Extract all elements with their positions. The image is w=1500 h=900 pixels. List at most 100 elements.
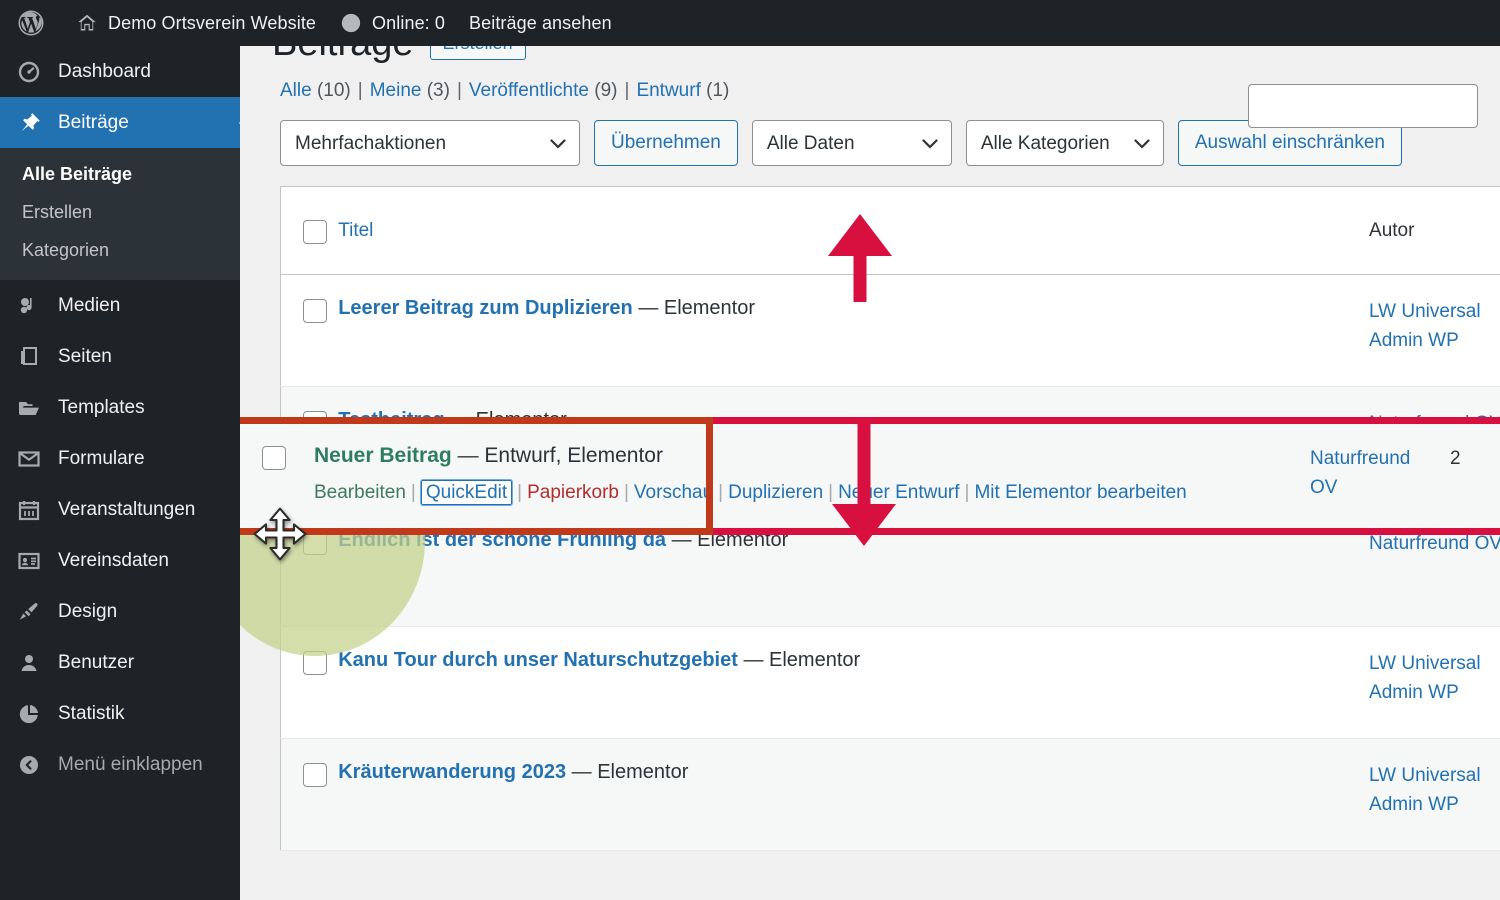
collapse-menu-button[interactable]: Menü einklappen <box>0 739 240 790</box>
dragged-row-author: Naturfreund OV <box>1310 444 1440 502</box>
row-action-quickedit[interactable]: QuickEdit <box>420 480 513 505</box>
row-action-separator: | <box>623 482 629 503</box>
submenu-item-kategorien[interactable]: Kategorien <box>0 231 240 269</box>
sidebar-item-statistik[interactable]: Statistik <box>0 688 240 739</box>
sidebar-item-templates[interactable]: Templates <box>0 382 240 433</box>
pages-icon <box>14 344 44 370</box>
post-state: — Elementor <box>743 649 861 671</box>
row-select-cell <box>281 739 339 851</box>
table-row: Leerer Beitrag zum Duplizieren — Element… <box>280 275 1500 387</box>
row-title-cell: Kräuterwanderung 2023 — Elementor <box>338 739 1369 851</box>
sidebar-item-label: Beiträge <box>58 111 129 133</box>
sidebar-item-medien[interactable]: Medien <box>0 280 240 331</box>
sidebar-item-veranstaltungen[interactable]: Veranstaltungen <box>0 484 240 535</box>
sidebar-item-label: Templates <box>58 396 145 418</box>
sidebar-item-seiten[interactable]: Seiten <box>0 331 240 382</box>
post-author-link[interactable]: Naturfreund OV <box>1369 533 1500 554</box>
filter-count-alle: (10) <box>316 80 351 101</box>
filter-link-veroeffentlichte[interactable]: Veröffentlichte <box>469 80 589 101</box>
admin-bar: Demo Ortsverein Website Online: 0 Beiträ… <box>0 0 1500 46</box>
row-action-duplizieren[interactable]: Duplizieren <box>728 482 823 503</box>
post-state: — Elementor <box>638 297 756 319</box>
post-author-link[interactable]: LW Universal Admin WP <box>1369 653 1481 703</box>
media-icon <box>14 293 44 319</box>
submenu-item-alle-beitraege[interactable]: Alle Beiträge <box>0 155 240 193</box>
envelope-icon <box>14 446 44 472</box>
category-filter-select-wrap: Alle Kategorien <box>965 120 1164 166</box>
row-action-papierkorb[interactable]: Papierkorb <box>527 482 619 503</box>
row-checkbox[interactable] <box>303 651 327 675</box>
post-title-link[interactable]: Kanu Tour durch unser Naturschutzgebiet <box>338 649 738 671</box>
online-label: Online: 0 <box>372 12 445 33</box>
post-author-link[interactable]: LW Universal Admin WP <box>1369 301 1481 351</box>
filter-link-alle[interactable]: Alle <box>280 80 312 101</box>
wordpress-logo-icon <box>18 10 44 36</box>
sidebar-item-beitraege[interactable]: Beiträge <box>0 97 248 148</box>
bulk-actions-select[interactable]: Mehrfachaktionen <box>280 120 580 166</box>
select-all-checkbox[interactable] <box>303 219 327 244</box>
search-input[interactable] <box>1248 84 1478 128</box>
post-title-link[interactable]: Kräuterwanderung 2023 <box>338 761 566 783</box>
online-counter[interactable]: Online: 0 <box>328 0 457 46</box>
apply-bulk-action-button[interactable]: Übernehmen <box>594 120 738 166</box>
filter-separator: | <box>456 80 462 101</box>
post-title-link[interactable]: Leerer Beitrag zum Duplizieren <box>338 297 633 319</box>
row-checkbox[interactable] <box>303 299 327 323</box>
user-icon <box>14 650 44 676</box>
column-header-author-label: Autor <box>1369 219 1415 241</box>
row-checkbox[interactable] <box>262 446 286 470</box>
filter-link-meine[interactable]: Meine <box>370 80 422 101</box>
sidebar-item-dashboard[interactable]: Dashboard <box>0 46 240 97</box>
row-action-vorschau[interactable]: Vorschau <box>634 482 713 503</box>
category-filter-select[interactable]: Alle Kategorien <box>965 120 1164 166</box>
sidebar-item-benutzer[interactable]: Benutzer <box>0 637 240 688</box>
row-action-separator: | <box>964 482 970 503</box>
page-header: Beiträge Erstellen <box>272 46 1480 64</box>
view-posts-label: Beiträge ansehen <box>469 12 612 33</box>
row-checkbox[interactable] <box>303 763 327 787</box>
filter-link-veroeffentlichte-wrap: Veröffentlichte (9) <box>469 80 618 101</box>
site-name-menu[interactable]: Demo Ortsverein Website <box>64 0 328 46</box>
calendar-icon <box>14 497 44 523</box>
add-new-post-button[interactable]: Erstellen <box>429 46 526 60</box>
sidebar-item-label: Medien <box>58 294 121 316</box>
wordpress-logo-button[interactable] <box>0 0 64 46</box>
table-header-row: Titel Autor D <box>280 186 1500 275</box>
filter-link-alle-wrap: Alle (10) <box>280 80 351 101</box>
sidebar-item-label: Statistik <box>58 702 125 724</box>
dragged-row-title: Neuer Beitrag — Entwurf, Elementor <box>314 444 663 468</box>
row-action-mit-elementor-bearbeiten[interactable]: Mit Elementor bearbeiten <box>974 482 1186 503</box>
date-filter-select[interactable]: Alle Daten <box>751 120 952 166</box>
row-author-cell: LW Universal Admin WP <box>1369 627 1500 739</box>
post-author-link[interactable]: LW Universal Admin WP <box>1369 765 1481 815</box>
page-title: Beiträge <box>272 46 414 65</box>
post-author-link[interactable]: Naturfreund OV <box>1310 448 1410 498</box>
row-action-separator: | <box>828 482 834 503</box>
dragged-row[interactable]: Neuer Beitrag — Entwurf, Elementor Bearb… <box>240 424 1500 528</box>
paintbrush-icon <box>14 599 44 625</box>
sidebar-item-formulare[interactable]: Formulare <box>0 433 240 484</box>
row-action-neuer-entwurf[interactable]: Neuer Entwurf <box>838 482 959 503</box>
row-action-bearbeiten[interactable]: Bearbeiten <box>314 482 406 503</box>
post-title-link[interactable]: Neuer Beitrag <box>314 444 452 467</box>
main-content: Beiträge Erstellen Alle (10)|Meine (3)|V… <box>240 46 1500 900</box>
sort-title-link[interactable]: Titel <box>338 220 373 241</box>
row-action-separator: | <box>410 482 416 503</box>
sidebar-item-design[interactable]: Design <box>0 586 240 637</box>
submenu-item-erstellen[interactable]: Erstellen <box>0 193 240 231</box>
drop-indicator-bottom <box>240 528 1500 535</box>
view-posts-link[interactable]: Beiträge ansehen <box>457 0 624 46</box>
pin-icon <box>14 110 44 136</box>
folder-icon <box>14 395 44 421</box>
row-action-separator: | <box>517 482 523 503</box>
collapse-arrow-icon <box>14 752 44 778</box>
sidebar-item-vereinsdaten[interactable]: Vereinsdaten <box>0 535 240 586</box>
home-icon <box>78 14 96 31</box>
sidebar-item-label: Dashboard <box>58 60 151 82</box>
sidebar-item-label: Vereinsdaten <box>58 549 169 571</box>
filter-count-veroeffentlichte: (9) <box>594 80 618 101</box>
posts-submenu: Alle Beiträge Erstellen Kategorien <box>0 148 240 280</box>
dragged-row-inner: Neuer Beitrag — Entwurf, Elementor Bearb… <box>240 424 1500 528</box>
filter-link-entwurf[interactable]: Entwurf <box>636 80 700 101</box>
sidebar-item-label: Benutzer <box>58 651 135 673</box>
